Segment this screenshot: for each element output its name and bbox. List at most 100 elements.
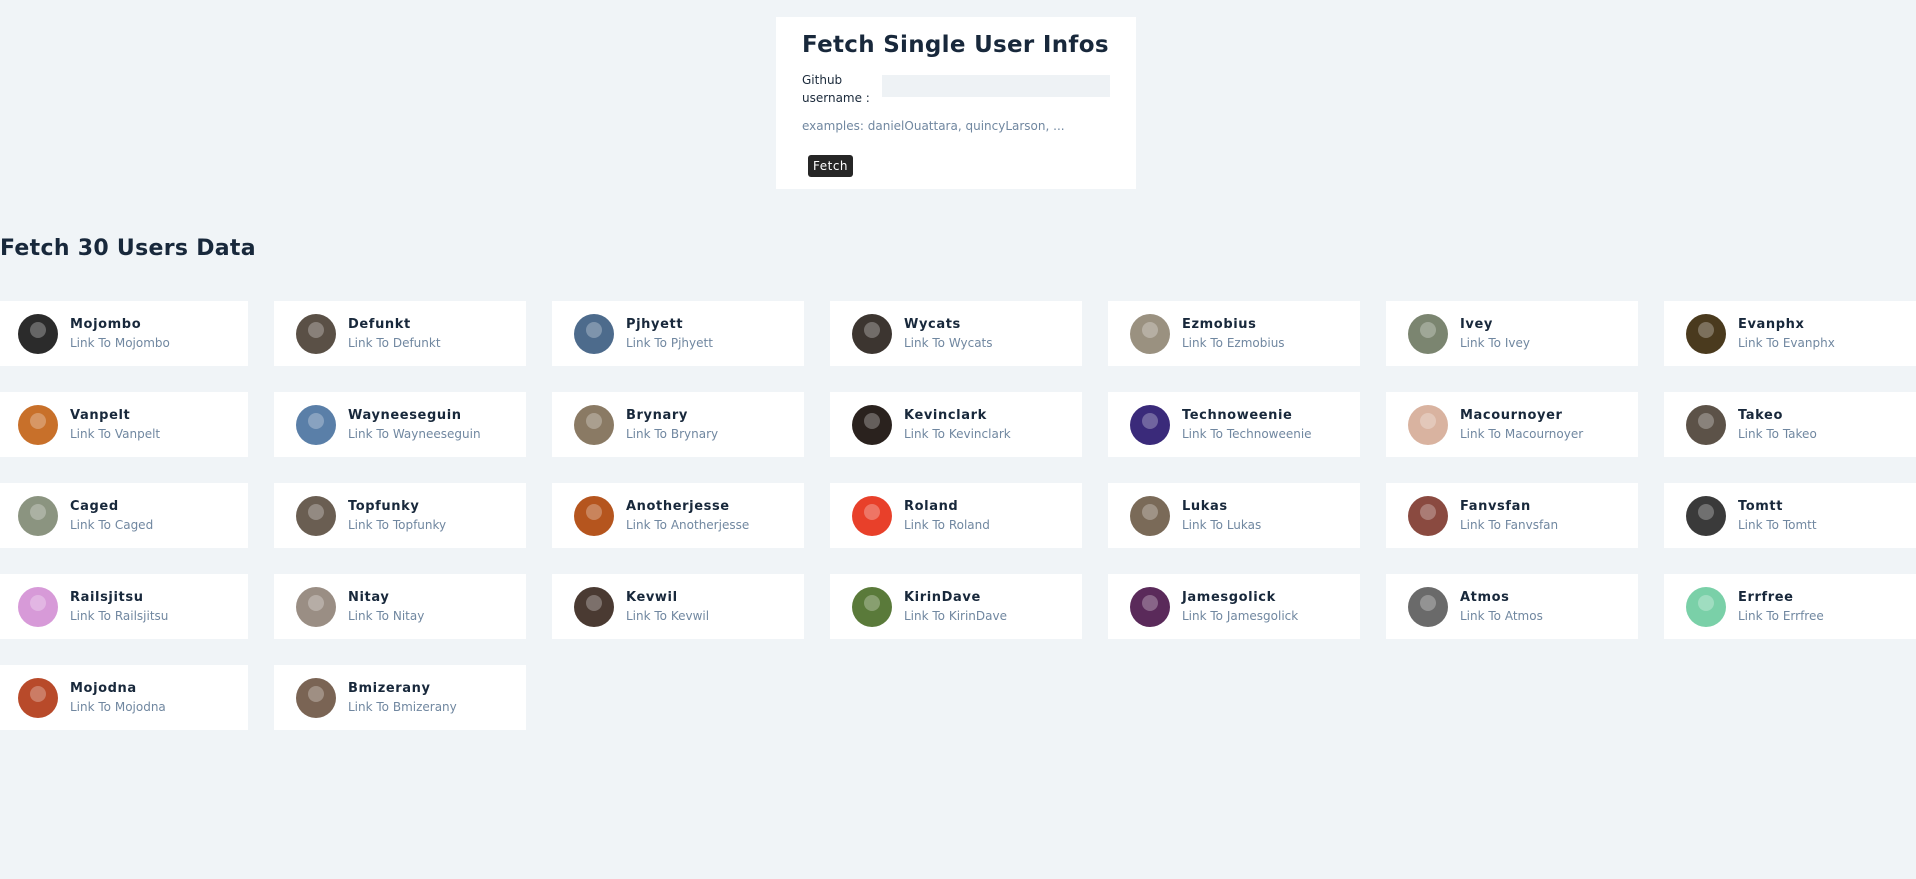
user-card[interactable]: Topfunky Link To Topfunky xyxy=(274,483,526,548)
user-profile-link[interactable]: Link To Mojombo xyxy=(70,334,170,352)
user-profile-link[interactable]: Link To Bmizerany xyxy=(348,698,457,716)
user-card[interactable]: Ezmobius Link To Ezmobius xyxy=(1108,301,1360,366)
user-text: Brynary Link To Brynary xyxy=(626,407,718,443)
fetch-button[interactable]: Fetch xyxy=(808,155,854,177)
user-profile-link[interactable]: Link To Ezmobius xyxy=(1182,334,1285,352)
user-name: Ezmobius xyxy=(1182,316,1257,332)
user-text: Jamesgolick Link To Jamesgolick xyxy=(1182,589,1298,625)
user-name: Macournoyer xyxy=(1460,407,1563,423)
user-card[interactable]: Roland Link To Roland xyxy=(830,483,1082,548)
user-profile-link[interactable]: Link To Kevinclark xyxy=(904,425,1011,443)
user-profile-link[interactable]: Link To Wayneeseguin xyxy=(348,425,481,443)
user-card[interactable]: Atmos Link To Atmos xyxy=(1386,574,1638,639)
user-text: Roland Link To Roland xyxy=(904,498,990,534)
user-name: Pjhyett xyxy=(626,316,684,332)
user-card[interactable]: Lukas Link To Lukas xyxy=(1108,483,1360,548)
user-profile-link[interactable]: Link To Anotherjesse xyxy=(626,516,749,534)
user-card[interactable]: Brynary Link To Brynary xyxy=(552,392,804,457)
user-avatar xyxy=(852,404,892,445)
user-name: KirinDave xyxy=(904,589,981,605)
user-name: Kevwil xyxy=(626,589,678,605)
user-profile-link[interactable]: Link To Roland xyxy=(904,516,990,534)
user-profile-link[interactable]: Link To Tomtt xyxy=(1738,516,1817,534)
user-avatar xyxy=(1130,313,1170,354)
user-name: Defunkt xyxy=(348,316,411,332)
user-card[interactable]: Takeo Link To Takeo xyxy=(1664,392,1916,457)
user-card[interactable]: Pjhyett Link To Pjhyett xyxy=(552,301,804,366)
user-profile-link[interactable]: Link To Kevwil xyxy=(626,607,709,625)
user-card[interactable]: KirinDave Link To KirinDave xyxy=(830,574,1082,639)
user-profile-link[interactable]: Link To Pjhyett xyxy=(626,334,713,352)
user-avatar xyxy=(1686,586,1726,627)
user-avatar xyxy=(1408,495,1448,536)
username-label: Github username : xyxy=(802,73,870,105)
user-card[interactable]: Vanpelt Link To Vanpelt xyxy=(0,392,248,457)
user-card[interactable]: Macournoyer Link To Macournoyer xyxy=(1386,392,1638,457)
user-profile-link[interactable]: Link To KirinDave xyxy=(904,607,1007,625)
user-profile-link[interactable]: Link To Topfunky xyxy=(348,516,446,534)
user-card[interactable]: Railsjitsu Link To Railsjitsu xyxy=(0,574,248,639)
user-card[interactable]: Evanphx Link To Evanphx xyxy=(1664,301,1916,366)
user-name: Bmizerany xyxy=(348,680,431,696)
user-avatar xyxy=(574,313,614,354)
user-name: Evanphx xyxy=(1738,316,1805,332)
user-text: Wycats Link To Wycats xyxy=(904,316,993,352)
user-profile-link[interactable]: Link To Ivey xyxy=(1460,334,1530,352)
user-card[interactable]: Mojombo Link To Mojombo xyxy=(0,301,248,366)
username-form-row: Github username : xyxy=(802,71,1110,107)
user-text: Vanpelt Link To Vanpelt xyxy=(70,407,160,443)
user-card[interactable]: Kevinclark Link To Kevinclark xyxy=(830,392,1082,457)
user-name: Nitay xyxy=(348,589,390,605)
user-avatar xyxy=(1408,313,1448,354)
user-card[interactable]: Tomtt Link To Tomtt xyxy=(1664,483,1916,548)
user-name: Anotherjesse xyxy=(626,498,730,514)
username-input[interactable] xyxy=(882,75,1110,97)
user-card[interactable]: Fanvsfan Link To Fanvsfan xyxy=(1386,483,1638,548)
user-profile-link[interactable]: Link To Errfree xyxy=(1738,607,1824,625)
user-profile-link[interactable]: Link To Railsjitsu xyxy=(70,607,168,625)
user-card[interactable]: Wycats Link To Wycats xyxy=(830,301,1082,366)
user-text: Evanphx Link To Evanphx xyxy=(1738,316,1835,352)
user-text: Topfunky Link To Topfunky xyxy=(348,498,446,534)
user-profile-link[interactable]: Link To Evanphx xyxy=(1738,334,1835,352)
user-name: Takeo xyxy=(1738,407,1784,423)
user-profile-link[interactable]: Link To Nitay xyxy=(348,607,424,625)
user-profile-link[interactable]: Link To Wycats xyxy=(904,334,993,352)
user-profile-link[interactable]: Link To Caged xyxy=(70,516,153,534)
user-profile-link[interactable]: Link To Fanvsfan xyxy=(1460,516,1558,534)
user-card[interactable]: Bmizerany Link To Bmizerany xyxy=(274,665,526,730)
single-user-card: Fetch Single User Infos Github username … xyxy=(776,17,1136,189)
user-name: Jamesgolick xyxy=(1182,589,1276,605)
user-card[interactable]: Kevwil Link To Kevwil xyxy=(552,574,804,639)
user-text: Railsjitsu Link To Railsjitsu xyxy=(70,589,168,625)
user-name: Topfunky xyxy=(348,498,420,514)
user-profile-link[interactable]: Link To Mojodna xyxy=(70,698,166,716)
user-avatar xyxy=(296,313,336,354)
user-card[interactable]: Errfree Link To Errfree xyxy=(1664,574,1916,639)
user-profile-link[interactable]: Link To Brynary xyxy=(626,425,718,443)
user-profile-link[interactable]: Link To Atmos xyxy=(1460,607,1543,625)
user-profile-link[interactable]: Link To Jamesgolick xyxy=(1182,607,1298,625)
user-card[interactable]: Anotherjesse Link To Anotherjesse xyxy=(552,483,804,548)
user-avatar xyxy=(574,404,614,445)
user-text: Anotherjesse Link To Anotherjesse xyxy=(626,498,749,534)
user-text: Pjhyett Link To Pjhyett xyxy=(626,316,713,352)
user-profile-link[interactable]: Link To Vanpelt xyxy=(70,425,160,443)
user-name: Kevinclark xyxy=(904,407,987,423)
user-card[interactable]: Caged Link To Caged xyxy=(0,483,248,548)
user-card[interactable]: Wayneeseguin Link To Wayneeseguin xyxy=(274,392,526,457)
user-avatar xyxy=(852,495,892,536)
user-card[interactable]: Defunkt Link To Defunkt xyxy=(274,301,526,366)
user-card[interactable]: Jamesgolick Link To Jamesgolick xyxy=(1108,574,1360,639)
user-profile-link[interactable]: Link To Macournoyer xyxy=(1460,425,1583,443)
user-text: Macournoyer Link To Macournoyer xyxy=(1460,407,1583,443)
user-text: Wayneeseguin Link To Wayneeseguin xyxy=(348,407,481,443)
user-profile-link[interactable]: Link To Defunkt xyxy=(348,334,441,352)
user-card[interactable]: Nitay Link To Nitay xyxy=(274,574,526,639)
user-card[interactable]: Ivey Link To Ivey xyxy=(1386,301,1638,366)
user-profile-link[interactable]: Link To Takeo xyxy=(1738,425,1817,443)
user-card[interactable]: Mojodna Link To Mojodna xyxy=(0,665,248,730)
user-card[interactable]: Technoweenie Link To Technoweenie xyxy=(1108,392,1360,457)
user-profile-link[interactable]: Link To Lukas xyxy=(1182,516,1261,534)
user-profile-link[interactable]: Link To Technoweenie xyxy=(1182,425,1312,443)
